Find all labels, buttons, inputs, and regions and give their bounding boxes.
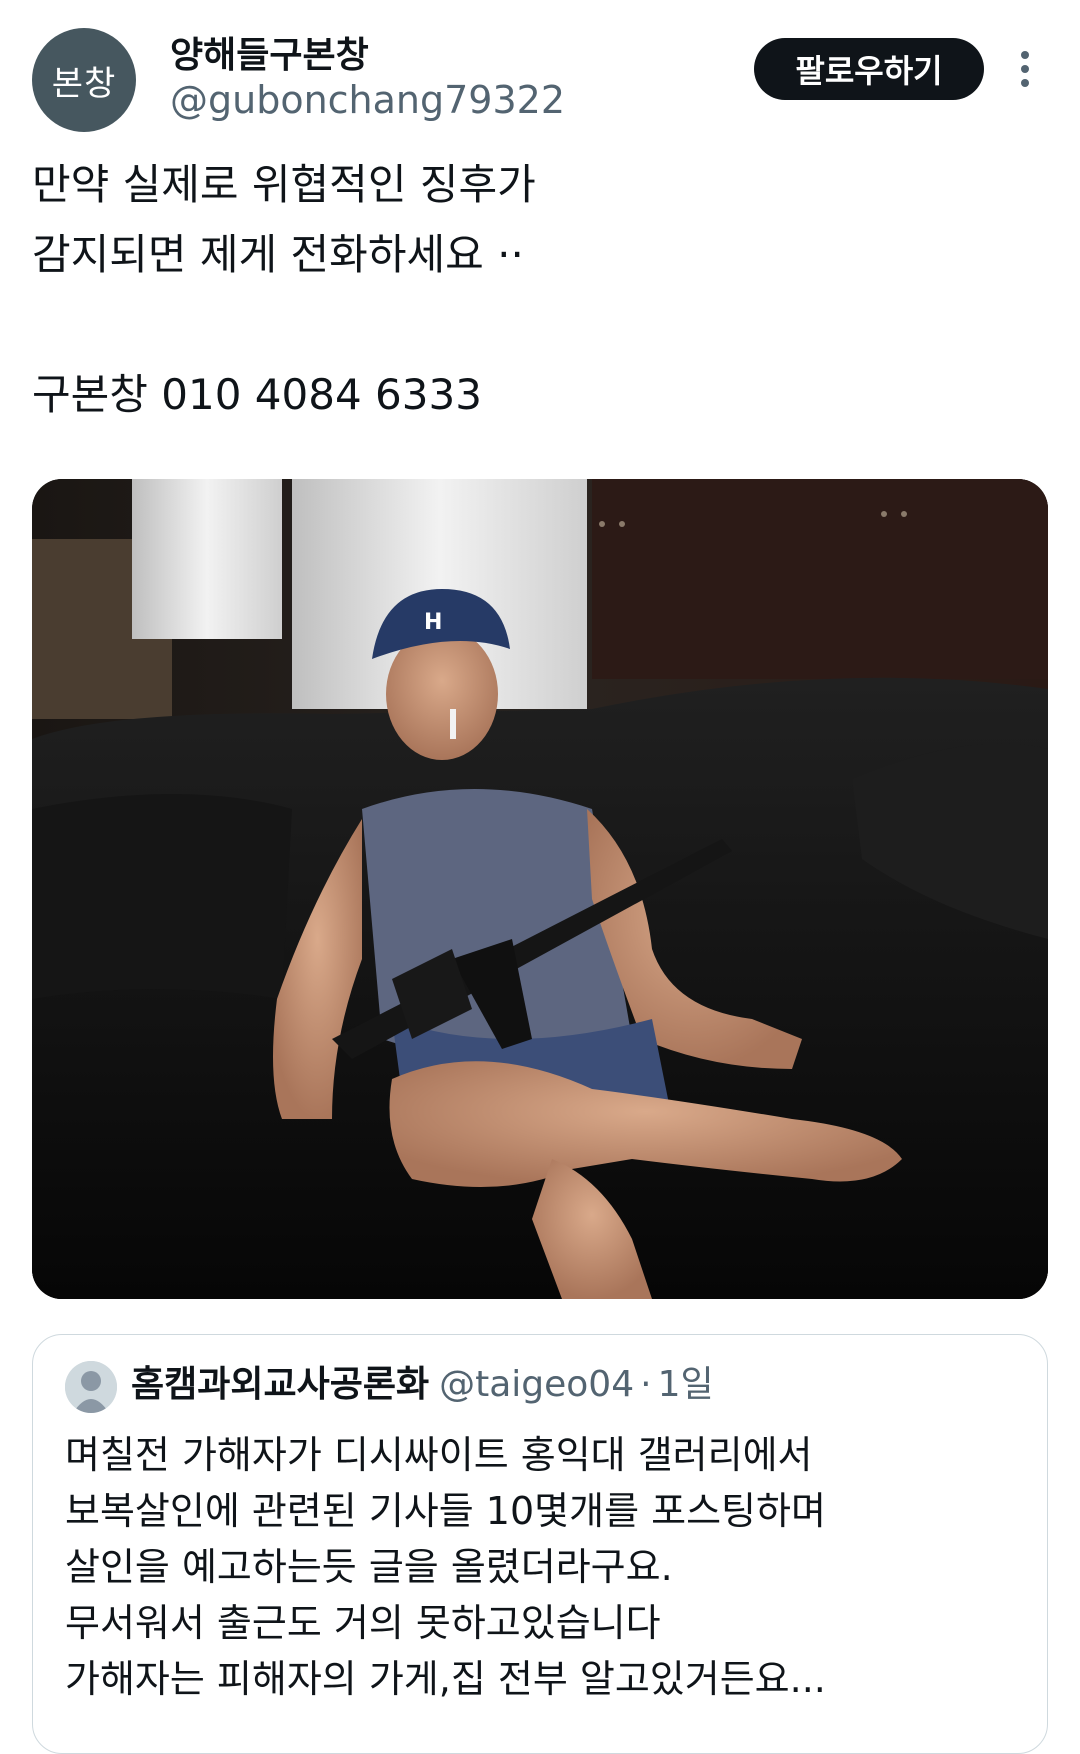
quoted-display-name[interactable]: 홈캠과외교사공론화	[131, 1364, 429, 1405]
svg-text:H: H	[424, 610, 442, 635]
quoted-tweet[interactable]: 홈캠과외교사공론화 @taigeo04 · 1일 며칠전 가해자가 디시싸이트 홍익대…	[32, 1334, 1048, 1754]
tweet-line: 구본창 010 4084 6333	[32, 370, 482, 419]
tweet-line: 만약 실제로 위협적인 징후가	[32, 160, 536, 209]
quoted-time[interactable]: 1일	[658, 1364, 714, 1405]
default-profile-icon	[65, 1361, 117, 1413]
photo-illustration: H	[32, 479, 1048, 1299]
quoted-separator: ·	[640, 1364, 652, 1405]
quoted-text: 며칠전 가해자가 디시싸이트 홍익대 갤러리에서 보복살인에 관련된 기사들 1…	[65, 1427, 1025, 1707]
more-vertical-icon[interactable]	[1010, 44, 1040, 94]
quoted-line: 보복살인에 관련된 기사들 10몇개를 포스팅하며	[65, 1489, 826, 1533]
quoted-handle[interactable]: @taigeo04	[439, 1364, 634, 1405]
author-handle[interactable]: @gubonchang79322	[170, 78, 565, 122]
tweet-line: 감지되면 제게 전화하세요 ··	[32, 230, 524, 279]
follow-button[interactable]: 팔로우하기	[754, 38, 984, 100]
author-display-name[interactable]: 양해들구본창	[170, 26, 369, 78]
tweet-photo[interactable]: H	[32, 479, 1048, 1299]
quoted-line: 무서워서 출근도 거의 못하고있습니다	[65, 1601, 661, 1645]
tweet-text: 만약 실제로 위협적인 징후가 감지되면 제게 전화하세요 ·· 구본창 010…	[32, 150, 1042, 430]
avatar-text: 본창	[51, 63, 117, 104]
author-avatar[interactable]: 본창	[32, 28, 136, 132]
quoted-line: 며칠전 가해자가 디시싸이트 홍익대 갤러리에서	[65, 1433, 813, 1477]
quoted-header: 홈캠과외교사공론화 @taigeo04 · 1일	[131, 1359, 714, 1411]
tweet: 본창 양해들구본창 @gubonchang79322 팔로우하기 만약 실제로 …	[0, 0, 1080, 1754]
quoted-line: 가해자는 피해자의 가게,집 전부 알고있거든요...	[65, 1657, 826, 1701]
quoted-line: 살인을 예고하는듯 글을 올렸더라구요.	[65, 1545, 673, 1589]
